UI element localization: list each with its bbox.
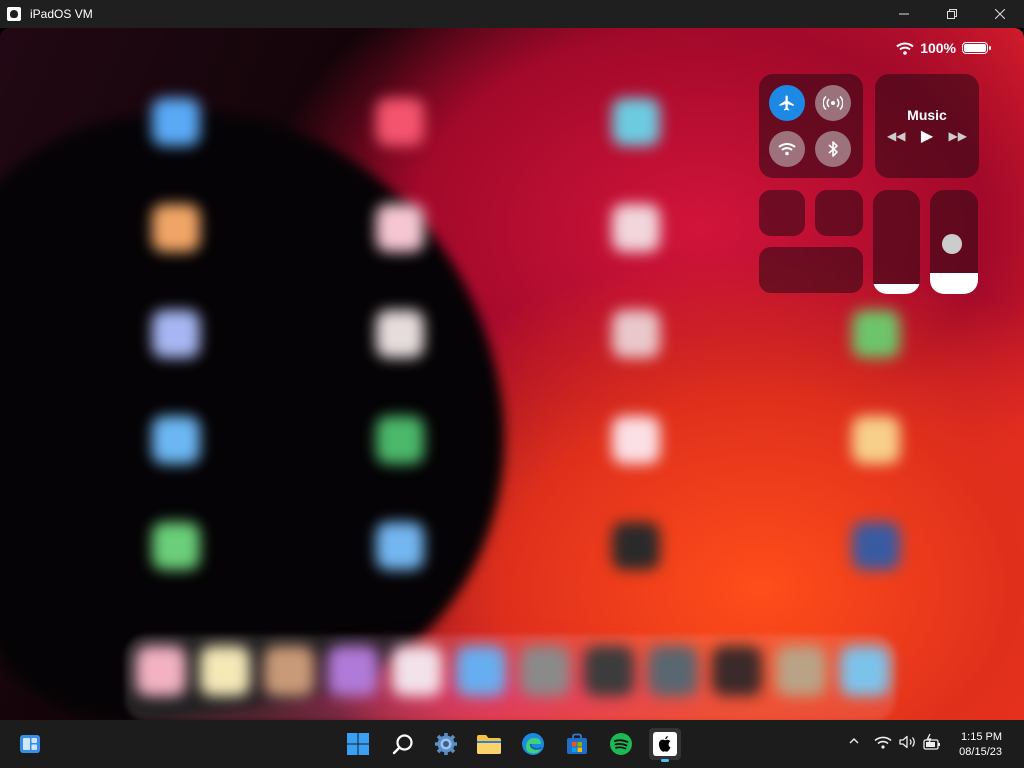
ipad-status-bar: 100% [896, 40, 991, 56]
edge-button[interactable] [517, 728, 549, 760]
restore-icon [947, 9, 957, 19]
file-explorer-button[interactable] [473, 728, 505, 760]
home-app-icon[interactable] [376, 522, 424, 570]
home-app-icon[interactable] [152, 204, 200, 252]
show-hidden-icons-button[interactable] [849, 734, 859, 748]
window-title: iPadOS VM [30, 7, 93, 21]
dock-app-icon[interactable] [456, 646, 506, 696]
brightness-icon [942, 234, 962, 254]
airplane-icon [779, 95, 794, 111]
spotify-button[interactable] [605, 728, 637, 760]
home-app-icon[interactable] [376, 98, 424, 146]
search-icon [392, 734, 413, 755]
cellular-toggle[interactable] [815, 85, 851, 121]
home-app-icon[interactable] [152, 522, 200, 570]
widgets-icon [20, 735, 40, 753]
settings-icon [435, 733, 457, 755]
clock-date: 08/15/23 [959, 746, 1002, 758]
dock-app-icon[interactable] [584, 646, 634, 696]
chevron-up-icon [849, 738, 859, 744]
spotify-icon [610, 733, 632, 755]
screen-mirroring-tile[interactable] [759, 247, 863, 293]
dock-app-icon[interactable] [840, 646, 890, 696]
home-app-icon[interactable] [376, 204, 424, 252]
wifi-icon [778, 143, 796, 156]
apple-icon [653, 732, 677, 756]
ipad-screen[interactable]: 100% Music ◀◀ ▶ ▶▶ [0, 28, 1024, 720]
wifi-toggle[interactable] [769, 131, 805, 167]
speaker-icon [899, 735, 915, 749]
search-button[interactable] [387, 728, 419, 760]
play-icon[interactable]: ▶ [921, 126, 933, 146]
next-track-icon[interactable]: ▶▶ [949, 129, 967, 143]
bluetooth-toggle[interactable] [815, 131, 851, 167]
network-button[interactable] [874, 736, 892, 752]
restore-button[interactable] [928, 0, 976, 28]
widgets-button[interactable] [14, 728, 46, 760]
start-icon [347, 733, 369, 755]
home-app-icon[interactable] [612, 204, 660, 252]
volume-slider[interactable] [873, 190, 920, 294]
brightness-slider[interactable] [930, 190, 978, 294]
previous-track-icon[interactable]: ◀◀ [887, 129, 905, 143]
edge-icon [522, 733, 544, 755]
folder-icon [477, 735, 501, 754]
battery-icon [962, 42, 991, 54]
clock[interactable]: 1:15 PM 08/15/23 [959, 730, 1002, 760]
settings-button[interactable] [430, 728, 462, 760]
battery-button[interactable] [923, 733, 941, 754]
dock-app-icon[interactable] [328, 646, 378, 696]
minimize-button[interactable] [880, 0, 928, 28]
home-app-icon[interactable] [376, 416, 424, 464]
connectivity-module [759, 74, 863, 178]
home-app-icon[interactable] [852, 310, 900, 358]
wifi-icon [874, 736, 892, 749]
dock-app-icon[interactable] [200, 646, 250, 696]
home-app-icon[interactable] [376, 310, 424, 358]
volume-button[interactable] [899, 735, 917, 752]
ipados-vm-taskbar-button[interactable] [649, 728, 681, 762]
close-icon [995, 9, 1005, 19]
dock-app-icon[interactable] [712, 646, 762, 696]
dock-app-icon[interactable] [136, 646, 186, 696]
wifi-icon [896, 42, 914, 55]
dock-app-icon[interactable] [520, 646, 570, 696]
dock-app-icon[interactable] [264, 646, 314, 696]
dock-app-icon[interactable] [776, 646, 826, 696]
clock-time: 1:15 PM [961, 731, 1002, 743]
home-app-icon[interactable] [612, 98, 660, 146]
minimize-icon [899, 13, 909, 15]
home-app-icon[interactable] [612, 416, 660, 464]
dock-app-icon[interactable] [648, 646, 698, 696]
home-app-icon[interactable] [612, 310, 660, 358]
store-icon [567, 733, 587, 754]
window-titlebar: iPadOS VM [0, 0, 1024, 28]
home-app-icon[interactable] [852, 522, 900, 570]
music-module[interactable]: Music ◀◀ ▶ ▶▶ [875, 74, 979, 178]
home-app-icon[interactable] [152, 98, 200, 146]
wallpaper-shape [0, 71, 540, 720]
focus-tile[interactable] [815, 190, 863, 236]
battery-percentage: 100% [920, 40, 956, 56]
orientation-lock-tile[interactable] [759, 190, 805, 236]
home-app-icon[interactable] [152, 416, 200, 464]
app-icon [7, 7, 21, 21]
music-title: Music [907, 107, 947, 123]
antenna-icon [823, 95, 843, 111]
store-button[interactable] [561, 728, 593, 760]
bluetooth-icon [828, 141, 838, 157]
dock-app-icon[interactable] [392, 646, 442, 696]
home-app-icon[interactable] [152, 310, 200, 358]
battery-charging-icon [923, 733, 940, 750]
airplane-mode-toggle[interactable] [769, 85, 805, 121]
taskbar: 1:15 PM 08/15/23 [0, 720, 1024, 768]
home-app-icon[interactable] [852, 416, 900, 464]
start-button[interactable] [342, 728, 374, 760]
home-app-icon[interactable] [612, 522, 660, 570]
close-button[interactable] [976, 0, 1024, 28]
